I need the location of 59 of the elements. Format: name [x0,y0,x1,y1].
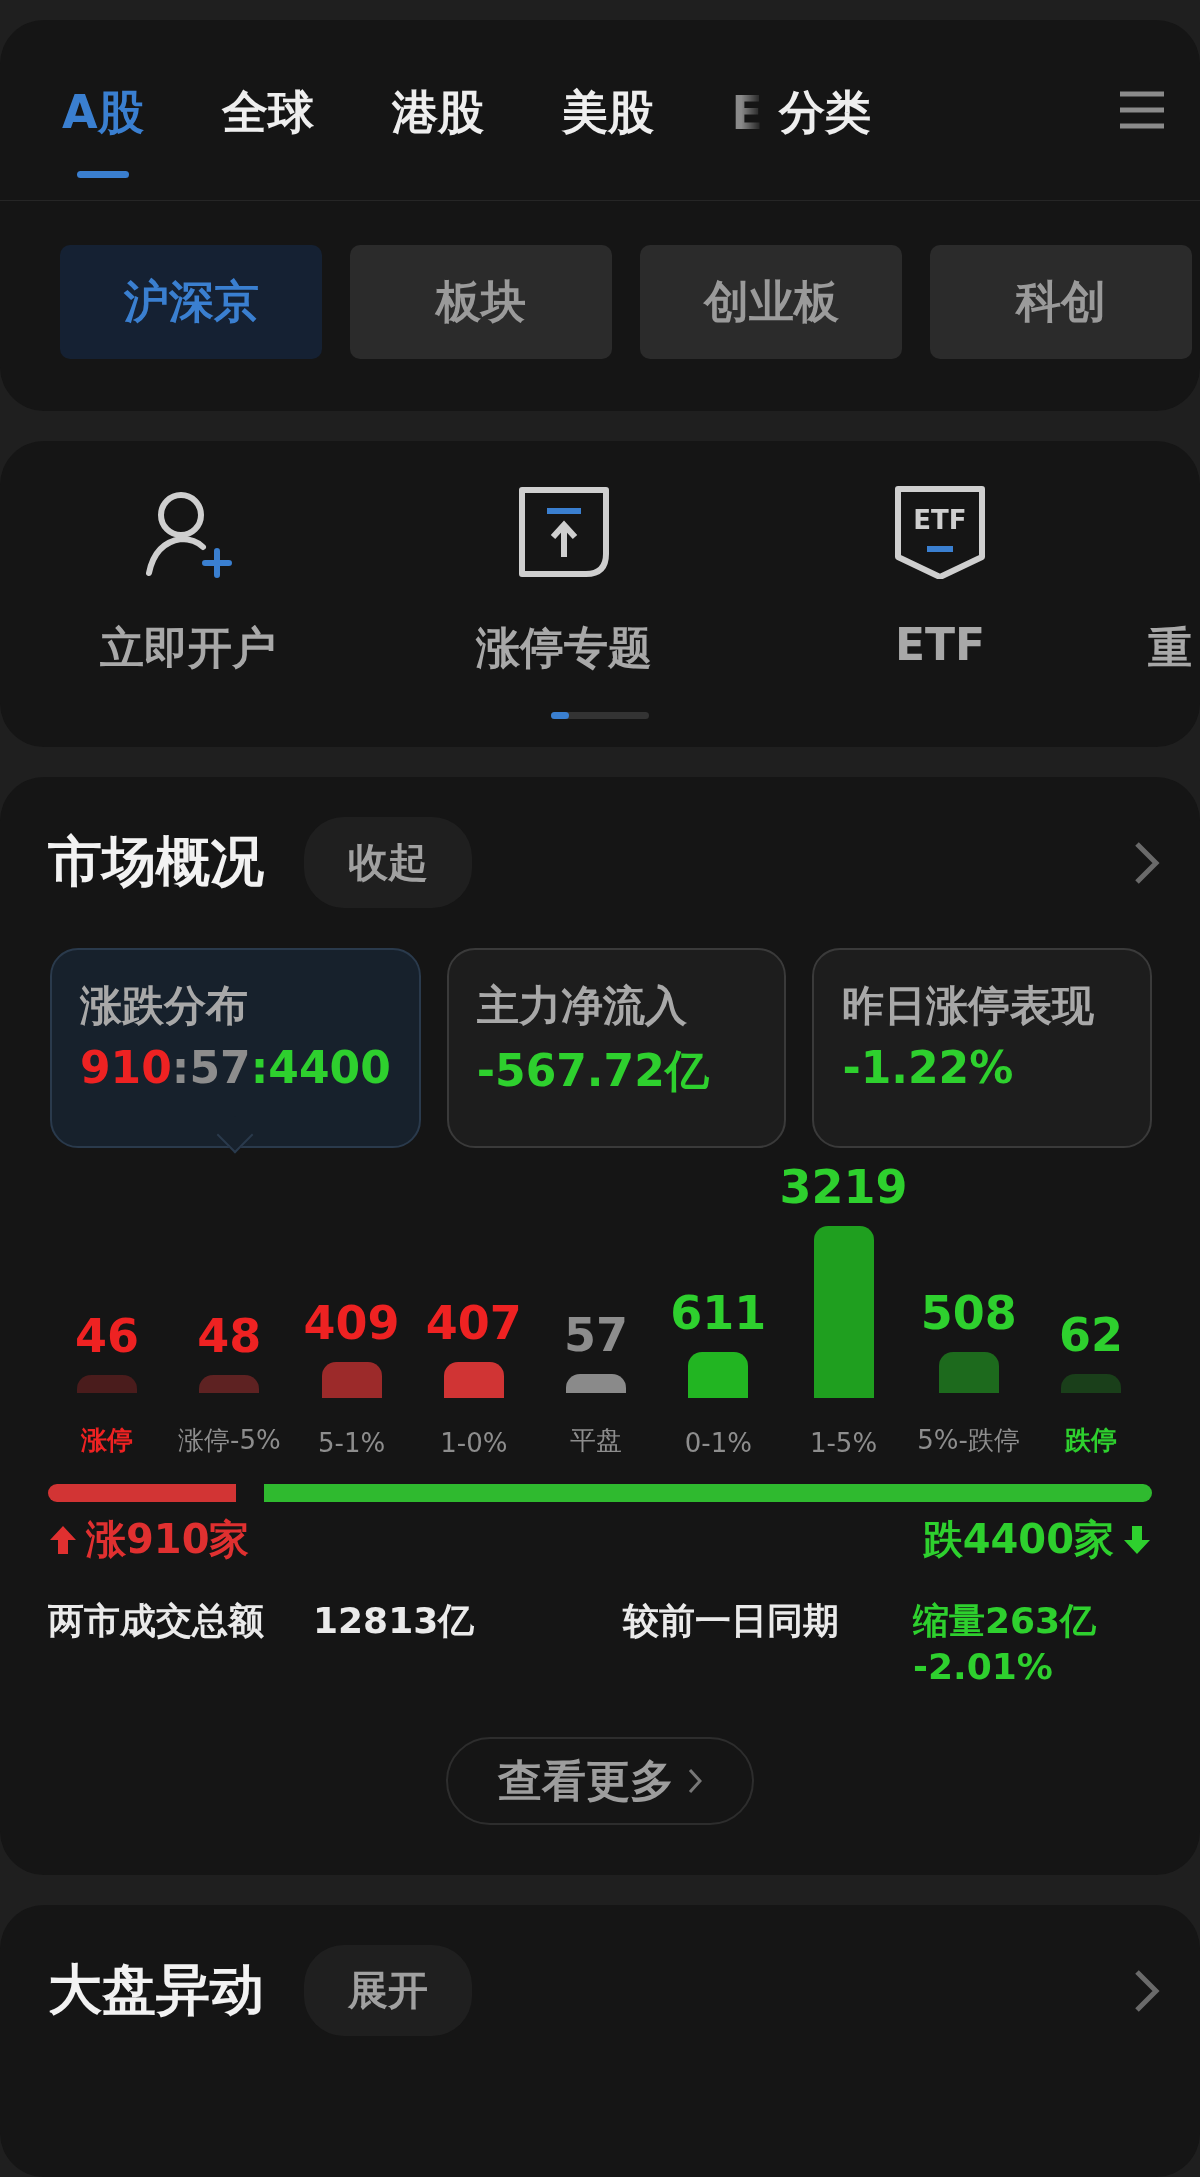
stat-card[interactable]: 主力净流入 -567.72亿 [446,948,787,1148]
bar-count: 48 [197,1308,262,1363]
stat-label: 主力净流入 [476,980,688,1032]
menu-icon[interactable] [1118,90,1166,130]
stat-value: -567.72亿 [476,1044,710,1098]
section-title: 市场概况 [48,829,264,895]
bar-category: 0-1% [684,1428,752,1458]
market-tab[interactable]: 港股 [391,36,484,184]
stat-label: 涨跌分布 [80,980,249,1032]
chevron-right-icon[interactable] [1134,840,1160,885]
stat-card[interactable]: 昨日涨停表现 -1.22% [812,948,1152,1148]
board-tab[interactable]: 创业板 [640,245,902,359]
bar-category: 5-1% [318,1428,386,1458]
board-tab[interactable]: 科创 [930,245,1192,359]
bar-count: 409 [303,1296,400,1351]
bar-category: 涨停 [81,1424,134,1457]
bar-count: 46 [75,1308,140,1363]
market-tab[interactable]: 美股 [561,36,654,184]
bar-count: 62 [1058,1308,1123,1362]
shortcut-label[interactable]: ETF [894,619,986,670]
arrow-down-icon [1122,1523,1152,1556]
bar-count: 508 [920,1286,1017,1341]
more-button[interactable]: 查看更多 [446,1737,754,1825]
compare-value: 缩量263亿 [913,1599,1097,1643]
shortcut-label[interactable]: 重 [1148,619,1192,678]
bar-category: 跌停 [1064,1424,1117,1457]
chevron-right-icon[interactable] [1134,1968,1160,2013]
stat-label: 昨日涨停表现 [842,980,1096,1032]
section-title: 大盘异动 [48,1957,264,2023]
bar-category: 1-0% [440,1428,508,1458]
shortcut-label[interactable]: 涨停专题 [476,619,652,678]
chevron-right-icon [688,1768,702,1794]
rise-count: 涨910家 [86,1515,250,1564]
bar-count: 611 [670,1286,767,1341]
bar-category: 平盘 [570,1424,623,1457]
bar-count: 407 [425,1296,522,1351]
turnover-value: 12813亿 [313,1599,476,1643]
bar-count: 57 [564,1308,629,1363]
bar-count: 3219 [779,1160,908,1214]
stat-value: 910:57:4400 [80,1042,391,1093]
upload-icon [517,485,611,579]
shortcut-label[interactable]: 立即开户 [100,619,276,678]
collapse-toggle[interactable]: 收起 [304,817,472,908]
stat-value: -1.22% [842,1042,1015,1093]
etf-shield-icon: ETF [893,485,987,579]
compare-change: -2.01% [913,1646,1054,1687]
market-tab[interactable]: 分类 [779,36,872,184]
board-tab[interactable]: 板块 [350,245,612,359]
turnover-label: 两市成交总额 [48,1599,265,1643]
bar-category: 5%-跌停 [917,1424,1020,1457]
bar-category: 涨停-5% [178,1424,281,1457]
market-tab[interactable]: A股 [62,36,144,184]
market-tab[interactable]: E [731,40,764,180]
fall-count: 跌4400家 [922,1515,1114,1564]
expand-toggle[interactable]: 展开 [304,1945,472,2036]
market-tab[interactable]: 全球 [221,36,314,184]
bar-category: 1-5% [809,1428,878,1458]
board-tab[interactable]: 沪深京 [60,245,322,359]
compare-label: 较前一日同期 [623,1599,840,1643]
